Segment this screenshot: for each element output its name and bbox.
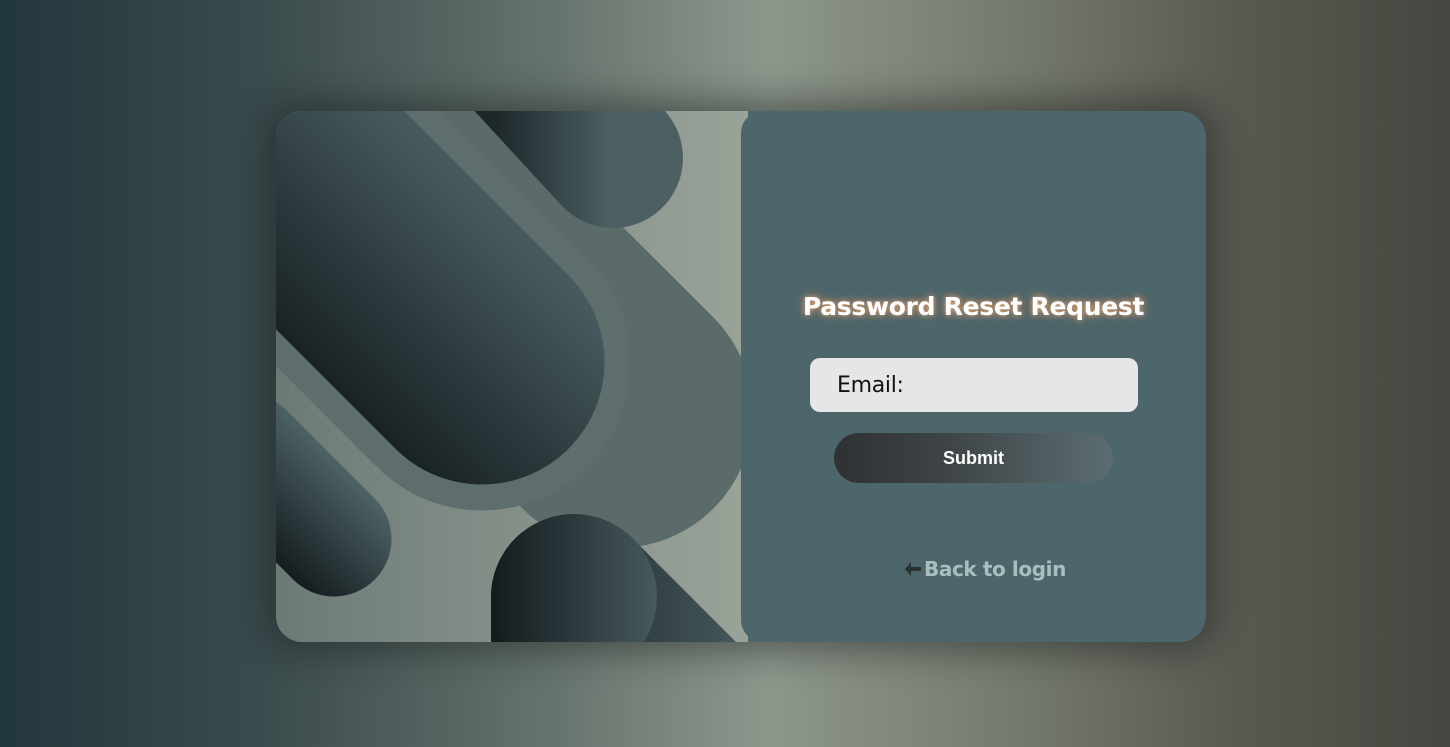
email-field[interactable]: Email:: [810, 358, 1161, 412]
back-to-login-label: Back to login: [924, 557, 1066, 581]
submit-button[interactable]: Submit: [834, 433, 1113, 483]
page-title: Password Reset Request: [802, 292, 1145, 321]
reset-card: Password Reset Request Email: Submit Bac…: [276, 111, 1206, 642]
decorative-illustration: [276, 111, 748, 642]
email-label: Email:: [837, 372, 904, 398]
abstract-shapes-graphic: [276, 111, 748, 642]
reset-form-panel: Password Reset Request Email: Submit Bac…: [741, 111, 1206, 642]
arrow-left-icon: [905, 562, 921, 576]
back-to-login-link[interactable]: Back to login: [904, 557, 1066, 581]
email-input[interactable]: [903, 358, 1161, 412]
